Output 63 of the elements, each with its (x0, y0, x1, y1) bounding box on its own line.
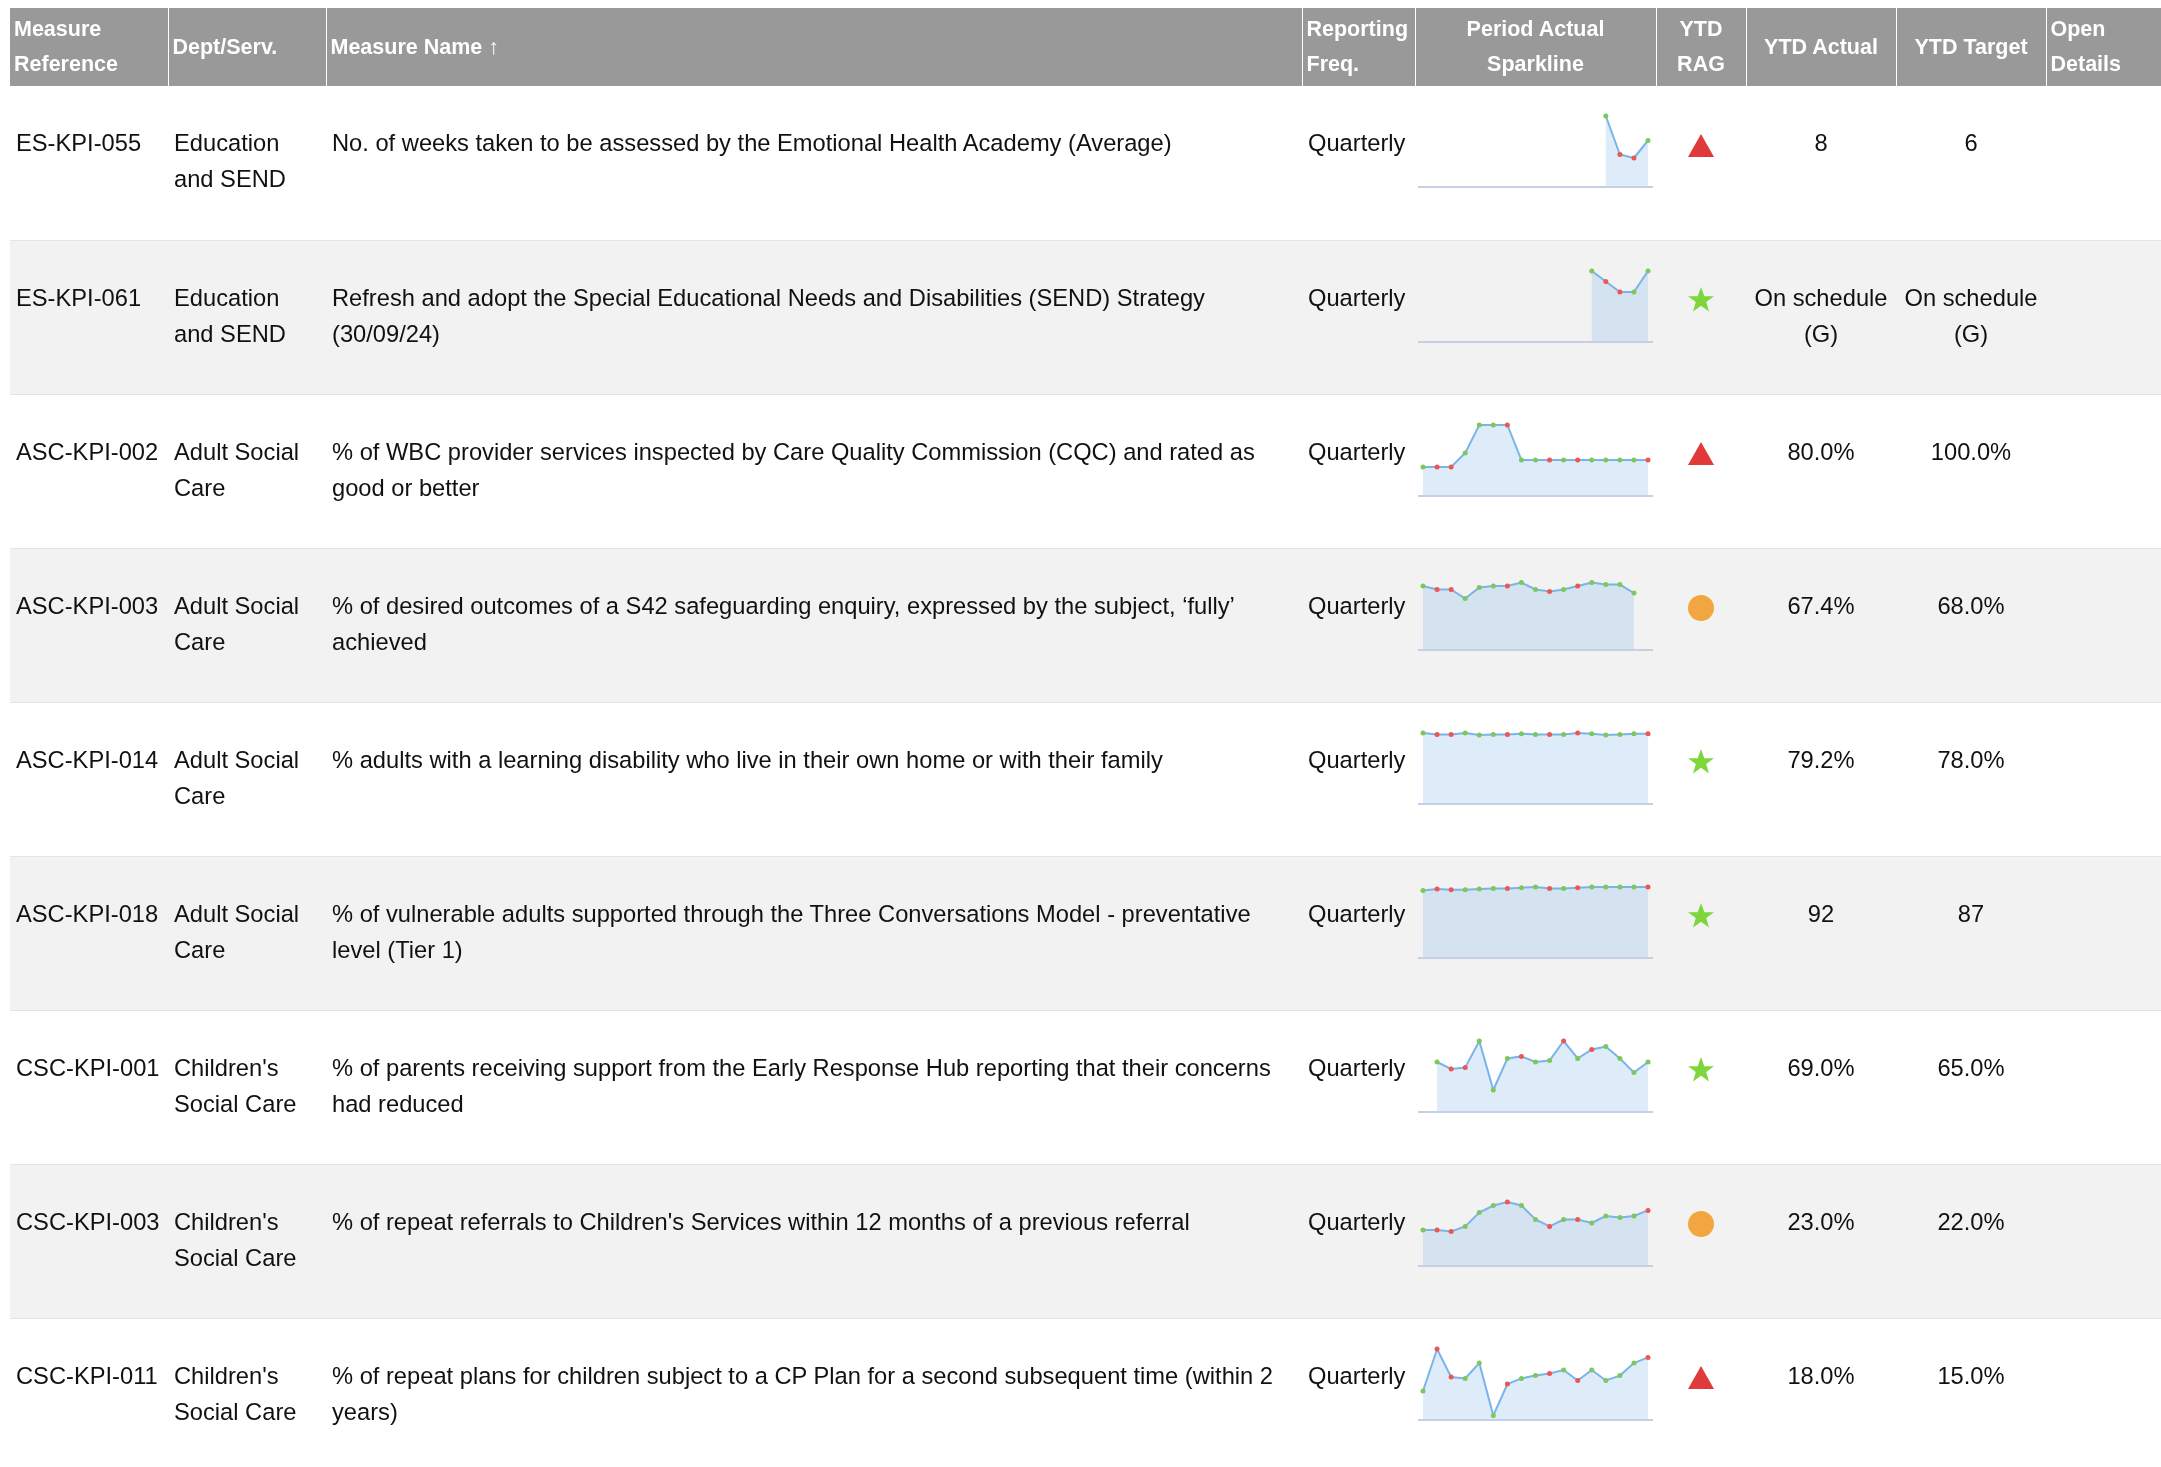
table-cell: % of parents receiving support from the Early Response Hub reporting that their concerns had reduced (326, 1010, 1302, 1164)
table-cell: Adult Social Care (168, 548, 326, 702)
table-cell: 92 (1746, 856, 1896, 1010)
table-cell: 78.0% (1896, 702, 2046, 856)
table-cell: Quarterly (1302, 856, 1415, 1010)
table-cell: ES-KPI-061 (10, 240, 168, 394)
table-cell: Education and SEND (168, 86, 326, 240)
table-cell: 100.0% (1896, 394, 2046, 548)
table-cell: Quarterly (1302, 1318, 1415, 1467)
column-header[interactable]: YTD Target (1896, 8, 2046, 86)
table-cell: On schedule (G) (1746, 240, 1896, 394)
column-header[interactable]: Open Details (2046, 8, 2161, 86)
table-cell: 8 (1746, 86, 1896, 240)
table-cell: 22.0% (1896, 1164, 2046, 1318)
table-cell: Children's Social Care (168, 1010, 326, 1164)
table-cell: 80.0% (1746, 394, 1896, 548)
column-header[interactable]: Dept/Serv. (168, 8, 326, 86)
table-cell: Quarterly (1302, 1164, 1415, 1318)
table-cell: Adult Social Care (168, 394, 326, 548)
table-cell: 6 (1896, 86, 2046, 240)
table-cell: ASC-KPI-003 (10, 548, 168, 702)
column-header[interactable]: Measure Reference (10, 8, 168, 86)
table-cell: 79.2% (1746, 702, 1896, 856)
table-cell: 65.0% (1896, 1010, 2046, 1164)
table-cell: ASC-KPI-018 (10, 856, 168, 1010)
table-cell: % of repeat referrals to Children's Services within 12 months of a previous referral (326, 1164, 1302, 1318)
table-cell: % of vulnerable adults supported through the Three Conversations Model - preventative level (Tier 1) (326, 856, 1302, 1010)
table-cell: Children's Social Care (168, 1164, 326, 1318)
table-cell: 18.0% (1746, 1318, 1896, 1467)
column-header[interactable]: Reporting Freq. (1302, 8, 1415, 86)
table-cell: Quarterly (1302, 86, 1415, 240)
table-cell: 15.0% (1896, 1318, 2046, 1467)
table-cell: % of repeat plans for children subject to a CP Plan for a second subsequent time (within 2 years) (326, 1318, 1302, 1467)
table-cell: % of desired outcomes of a S42 safeguarding enquiry, expressed by the subject, ‘fully’ achieved (326, 548, 1302, 702)
table-cell: Refresh and adopt the Special Educational Needs and Disabilities (SEND) Strategy (30/09/24) (326, 240, 1302, 394)
table-cell: Quarterly (1302, 702, 1415, 856)
table-cell: % of WBC provider services inspected by Care Quality Commission (CQC) and rated as good or better (326, 394, 1302, 548)
table-cell: 67.4% (1746, 548, 1896, 702)
table-cell: ASC-KPI-002 (10, 394, 168, 548)
table-cell: Quarterly (1302, 548, 1415, 702)
table-cell: Quarterly (1302, 394, 1415, 548)
table-cell: Quarterly (1302, 240, 1415, 394)
table-cell: 87 (1896, 856, 2046, 1010)
table-cell: ES-KPI-055 (10, 86, 168, 240)
table-cell: CSC-KPI-011 (10, 1318, 168, 1467)
table-cell: % adults with a learning disability who live in their own home or with their family (326, 702, 1302, 856)
table-cell: Adult Social Care (168, 702, 326, 856)
column-header[interactable]: Measure Name ↑ (326, 8, 1302, 86)
table-cell: Education and SEND (168, 240, 326, 394)
table-cell: 68.0% (1896, 548, 2046, 702)
table-cell: CSC-KPI-001 (10, 1010, 168, 1164)
table-cell: Adult Social Care (168, 856, 326, 1010)
table-cell: ASC-KPI-014 (10, 702, 168, 856)
table-cell: On schedule (G) (1896, 240, 2046, 394)
table-cell: 69.0% (1746, 1010, 1896, 1164)
table-cell: Quarterly (1302, 1010, 1415, 1164)
table-cell: No. of weeks taken to be assessed by the Emotional Health Academy (Average) (326, 86, 1302, 240)
table-cell: Children's Social Care (168, 1318, 326, 1467)
table-cell: CSC-KPI-003 (10, 1164, 168, 1318)
table-cell: 23.0% (1746, 1164, 1896, 1318)
column-header[interactable]: Period Actual Sparkline (1415, 8, 1656, 86)
column-header[interactable]: YTD RAG (1656, 8, 1746, 86)
column-header[interactable]: YTD Actual (1746, 8, 1896, 86)
